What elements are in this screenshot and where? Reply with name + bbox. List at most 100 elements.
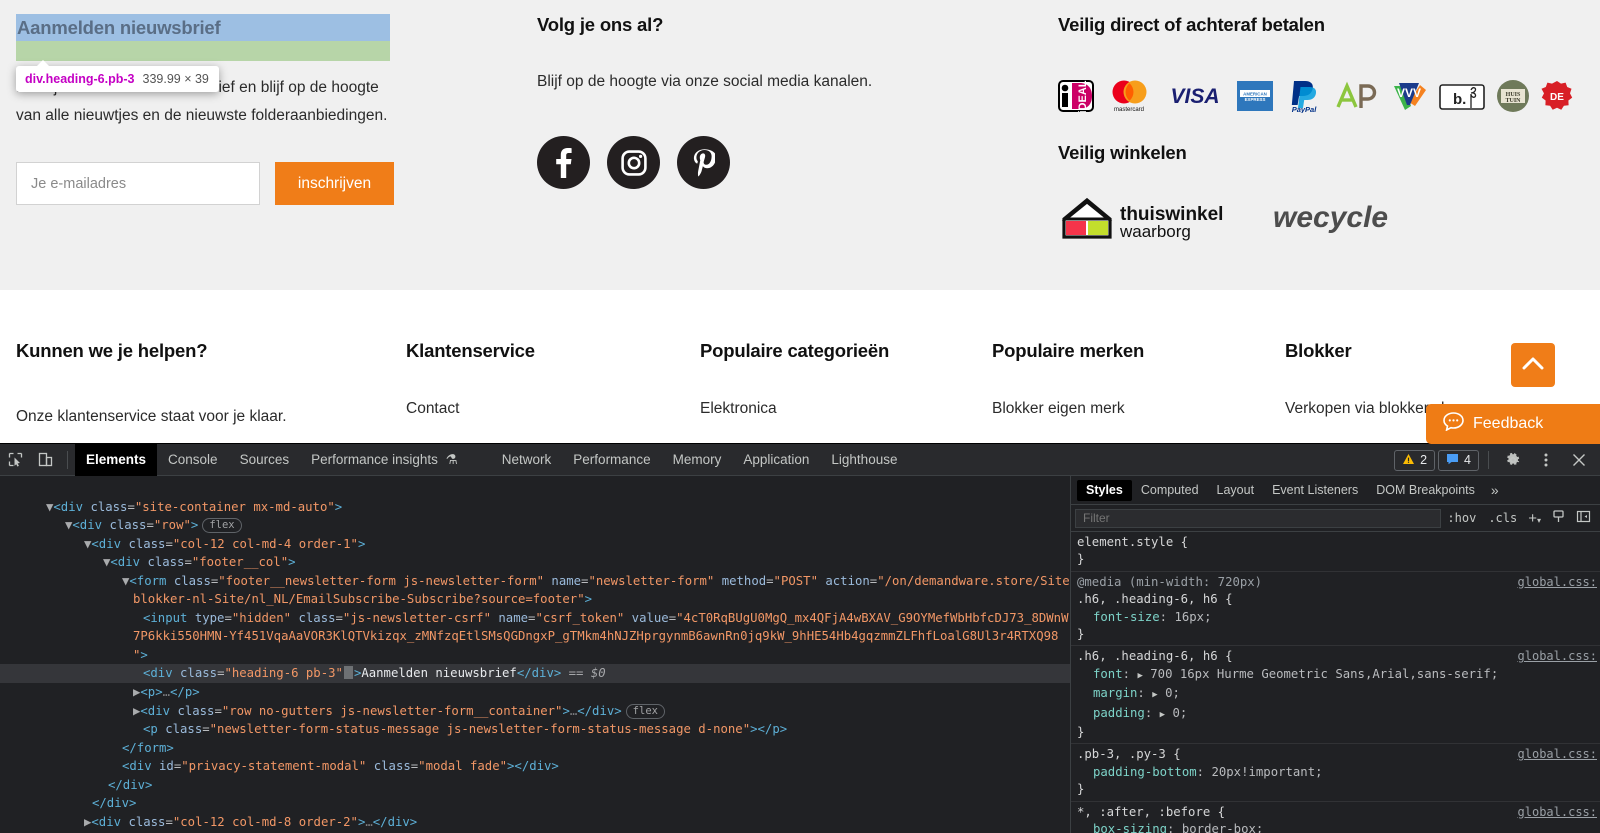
- close-icon[interactable]: [1564, 444, 1594, 476]
- css-value[interactable]: border-box: [1182, 822, 1256, 833]
- css-property[interactable]: padding: [1077, 706, 1145, 720]
- dom-line[interactable]: ▼<div class="col-12 col-md-4 order-1">: [0, 535, 1070, 554]
- feedback-button[interactable]: Feedback: [1426, 404, 1600, 444]
- kebab-menu-icon[interactable]: [1531, 444, 1561, 476]
- footer-link[interactable]: Elektronica: [700, 400, 980, 418]
- cls-toggle[interactable]: .cls: [1482, 511, 1523, 525]
- style-rule-heading6-media[interactable]: global.css: @media (min-width: 720px) .h…: [1071, 572, 1600, 647]
- css-value[interactable]: 16px: [1174, 610, 1204, 624]
- gear-icon[interactable]: [1498, 444, 1528, 476]
- dom-line[interactable]: ▶<div class="row no-gutters js-newslette…: [0, 702, 1070, 721]
- dom-line-form-cont: blokker-nl-Site/nl_NL/EmailSubscribe-Sub…: [0, 590, 1070, 609]
- devtools-tab-elements[interactable]: Elements: [75, 444, 157, 476]
- svg-text:VVV: VVV: [1397, 86, 1421, 100]
- dom-line[interactable]: ▼<div class="footer__col">: [0, 553, 1070, 572]
- svg-text:waarborg: waarborg: [1119, 222, 1191, 241]
- newsletter-email-input[interactable]: [16, 162, 260, 205]
- toggle-sidebar-icon[interactable]: [1571, 509, 1596, 528]
- flex-badge[interactable]: flex: [626, 704, 665, 719]
- dom-line[interactable]: ▼<div class="row">flex: [0, 516, 1070, 535]
- pinterest-icon: [693, 149, 715, 177]
- edit-caret: [344, 666, 353, 679]
- devtools-tab-network[interactable]: Network: [491, 444, 563, 476]
- styles-tab-dom-breakpoints[interactable]: DOM Breakpoints: [1367, 480, 1484, 501]
- pinterest-link[interactable]: [677, 136, 730, 189]
- dom-line-csrf-cont: 7P6kki550HMN-Yf451VqaAaVOR3KlQTVkizqx_zM…: [0, 627, 1070, 646]
- devtools-tab-memory[interactable]: Memory: [662, 444, 733, 476]
- payment-logo-row: iDEAL mastercard VISA AMERICANEXPRESS Pa…: [1058, 76, 1588, 116]
- rule-selector[interactable]: *, :after, :before: [1077, 805, 1210, 819]
- rule-source-link[interactable]: global.css:: [1518, 804, 1597, 821]
- instagram-link[interactable]: [607, 136, 660, 189]
- style-rule-pb3[interactable]: global.css: .pb-3, .py-3 { padding-botto…: [1071, 744, 1600, 801]
- new-style-rule-icon[interactable]: +▾: [1523, 510, 1546, 527]
- style-rule-universal[interactable]: global.css: *, :after, :before { box-siz…: [1071, 802, 1600, 833]
- dom-line[interactable]: ▼<div class="site-container mx-md-auto">: [0, 498, 1070, 517]
- devtools-tab-application[interactable]: Application: [732, 444, 820, 476]
- message-badge[interactable]: 4: [1438, 450, 1479, 471]
- dom-line[interactable]: <p class="newsletter-form-status-message…: [0, 720, 1070, 739]
- inspect-element-icon[interactable]: [0, 444, 30, 476]
- css-property[interactable]: font-size: [1077, 610, 1160, 624]
- dom-line[interactable]: ▶<div class="col-12 col-md-8 order-2">…<…: [0, 813, 1070, 832]
- device-toolbar-icon[interactable]: [30, 444, 60, 476]
- svg-text:iDEAL: iDEAL: [1077, 80, 1089, 112]
- css-property[interactable]: margin: [1077, 686, 1137, 700]
- facebook-link[interactable]: [537, 136, 590, 189]
- svg-text:TUIN: TUIN: [1505, 98, 1521, 104]
- styles-more-tabs-icon[interactable]: »: [1484, 482, 1506, 498]
- devtools-tab-lighthouse[interactable]: Lighthouse: [820, 444, 908, 476]
- expand-arrow-icon[interactable]: ▶: [1152, 690, 1157, 700]
- styles-tab-event-listeners[interactable]: Event Listeners: [1263, 480, 1367, 501]
- style-rule-element-style[interactable]: element.style { }: [1071, 532, 1600, 572]
- styles-tab-computed[interactable]: Computed: [1132, 480, 1208, 501]
- warning-badge[interactable]: 2: [1394, 450, 1435, 471]
- warning-count: 2: [1420, 453, 1427, 467]
- footer-link[interactable]: Blokker eigen merk: [992, 400, 1272, 418]
- styles-filter-input[interactable]: [1075, 509, 1441, 528]
- color-picker-icon[interactable]: [1546, 509, 1571, 528]
- rule-selector[interactable]: element.style: [1077, 535, 1173, 549]
- css-property[interactable]: font: [1077, 667, 1123, 681]
- styles-tab-styles[interactable]: Styles: [1077, 480, 1132, 501]
- style-rule-heading6[interactable]: global.css: .h6, .heading-6, h6 { font: …: [1071, 646, 1600, 744]
- dom-line-selected[interactable]: <div class="heading-6 pb-3">Aanmelden ni…: [0, 664, 1070, 683]
- css-value[interactable]: 0: [1172, 706, 1179, 720]
- dom-line[interactable]: </div>: [0, 776, 1070, 795]
- css-property[interactable]: padding-bottom: [1077, 765, 1197, 779]
- devtools-tab-performance-insights[interactable]: Performance insights ⚗: [300, 444, 469, 476]
- rule-source-link[interactable]: global.css:: [1518, 746, 1597, 763]
- dom-line[interactable]: </div>: [0, 794, 1070, 813]
- devtools-toolbar-right: 2 4: [1394, 444, 1594, 476]
- dom-line-form[interactable]: ▼<form class="footer__newsletter-form js…: [0, 572, 1070, 591]
- rule-selector[interactable]: .h6, .heading-6, h6: [1077, 649, 1218, 663]
- footer-link[interactable]: Contact: [406, 400, 686, 418]
- dom-line[interactable]: </form>: [0, 739, 1070, 758]
- social-heading: Volg je ons al?: [537, 14, 897, 36]
- css-value[interactable]: 20px!important: [1211, 765, 1315, 779]
- payments-heading: Veilig direct of achteraf betalen: [1058, 14, 1588, 36]
- hov-toggle[interactable]: :hov: [1441, 511, 1482, 525]
- dom-line[interactable]: ▶<p>…</p>: [0, 683, 1070, 702]
- devtools-tab-performance[interactable]: Performance: [562, 444, 661, 476]
- dom-tree-pane[interactable]: ▼<div class="site-container mx-md-auto">…: [0, 476, 1070, 833]
- beaker-icon: ⚗: [446, 452, 458, 467]
- flex-badge[interactable]: flex: [202, 518, 241, 533]
- devtools-tab-console[interactable]: Console: [157, 444, 229, 476]
- styles-tab-layout[interactable]: Layout: [1208, 480, 1264, 501]
- svg-text:AMERICAN: AMERICAN: [1243, 92, 1267, 97]
- dom-line[interactable]: <div id="privacy-statement-modal" class=…: [0, 757, 1070, 776]
- dom-line-csrf[interactable]: <input type="hidden" class="js-newslette…: [0, 609, 1070, 628]
- rule-selector[interactable]: .h6, .heading-6, h6: [1077, 592, 1218, 606]
- rule-source-link[interactable]: global.css:: [1518, 648, 1597, 665]
- newsletter-submit-button[interactable]: inschrijven: [275, 162, 394, 205]
- devtools-tab-sources[interactable]: Sources: [229, 444, 301, 476]
- rule-source-link[interactable]: global.css:: [1518, 574, 1597, 591]
- css-value[interactable]: 700 16px Hurme Geometric Sans,Arial,sans…: [1150, 667, 1491, 681]
- thuiswinkel-waarborg-logo: thuiswinkel waarborg: [1058, 191, 1230, 248]
- mastercard-logo: mastercard: [1105, 78, 1153, 114]
- rule-selector[interactable]: .pb-3, .py-3: [1077, 747, 1166, 761]
- selected-node-text: Aanmelden nieuwsbrief: [361, 666, 516, 680]
- scroll-to-top-button[interactable]: [1511, 343, 1555, 387]
- css-property[interactable]: box-sizing: [1077, 822, 1167, 833]
